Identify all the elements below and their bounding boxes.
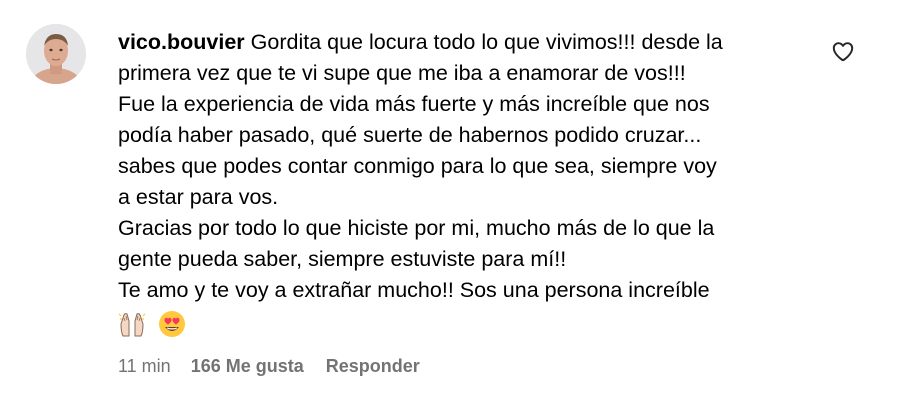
- emoji-row: [118, 308, 808, 339]
- reply-button[interactable]: Responder: [326, 356, 420, 377]
- comment-line: vico.bouvier Gordita que locura todo lo q…: [118, 27, 808, 58]
- comment-meta: 11 min 166 Me gusta Responder: [118, 356, 420, 377]
- comment-line: podía haber pasado, qué suerte de habern…: [118, 123, 702, 147]
- raising-hands-emoji: [118, 310, 146, 338]
- comment-line: gente pueda saber, siempre estuviste par…: [118, 247, 567, 271]
- heart-outline-icon[interactable]: [830, 38, 856, 64]
- timestamp[interactable]: 11 min: [118, 356, 171, 377]
- comment-line: Gracias por todo lo que hiciste por mi, …: [118, 216, 715, 240]
- comment-line: primera vez que te vi supe que me iba a …: [118, 61, 686, 85]
- comment-line: a estar para vos.: [118, 185, 279, 209]
- comment: vico.bouvier Gordita que locura todo lo q…: [0, 0, 900, 410]
- username-link[interactable]: vico.bouvier: [118, 30, 245, 54]
- avatar-image: [26, 24, 86, 84]
- comment-line: Fue la experiencia de vida más fuerte y …: [118, 92, 710, 116]
- likes-count[interactable]: 166 Me gusta: [191, 356, 304, 377]
- avatar[interactable]: [26, 24, 86, 84]
- heart-eyes-emoji: [158, 310, 186, 338]
- comment-line: Te amo y te voy a extrañar mucho!! Sos u…: [118, 278, 710, 302]
- comment-text: vico.bouvier Gordita que locura todo lo q…: [118, 27, 808, 339]
- comment-line: sabes que podes contar conmigo para lo q…: [118, 154, 717, 178]
- comment-line-text: Gordita que locura todo lo que vivimos!!…: [250, 30, 723, 54]
